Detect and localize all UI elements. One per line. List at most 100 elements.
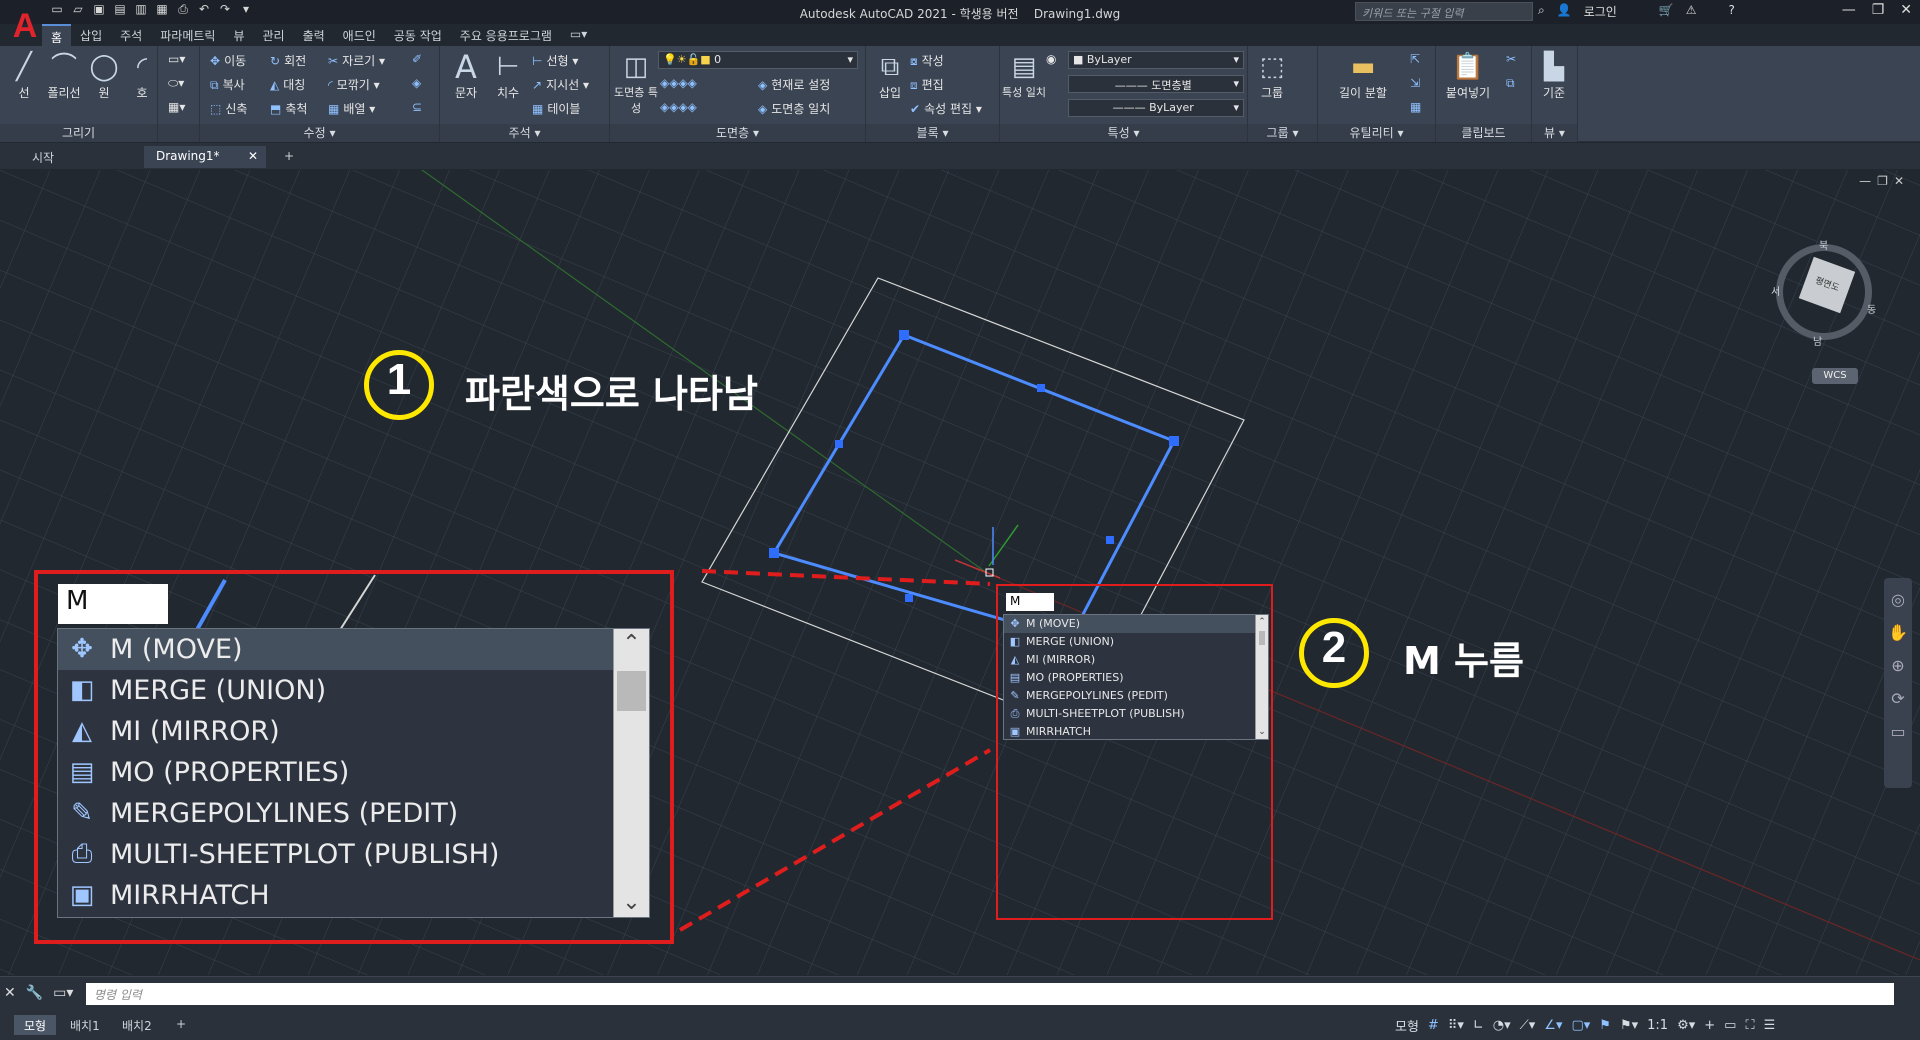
panel-properties-label[interactable]: 특성 ▾	[1000, 124, 1247, 142]
layout-tab-layout1[interactable]: 배치1	[60, 1015, 110, 1035]
panel-utilities-label[interactable]: 유틸리티 ▾	[1318, 124, 1435, 142]
panel-block-label[interactable]: 블록 ▾	[866, 124, 999, 142]
tab-insert[interactable]: 삽입	[71, 24, 111, 46]
grip-midpoint[interactable]	[905, 594, 913, 602]
autocomplete-item[interactable]: ✎ MERGEPOLYLINES (PEDIT)	[58, 793, 649, 834]
customize-icon[interactable]: 🔧	[26, 985, 43, 1001]
panel-view-label[interactable]: 뷰 ▾	[1532, 124, 1577, 142]
layout-tab-layout2[interactable]: 배치2	[112, 1015, 162, 1035]
grip-midpoint[interactable]	[1106, 536, 1114, 544]
scroll-down-icon[interactable]: ⌄	[614, 890, 649, 915]
model-space-button[interactable]: 모형	[1395, 1016, 1419, 1035]
grip-midpoint[interactable]	[1037, 384, 1045, 392]
grip-corner[interactable]	[769, 548, 779, 558]
autocomplete-item[interactable]: ◧ MERGE (UNION)	[1004, 633, 1268, 651]
panel-draw-label[interactable]: 그리기	[0, 124, 157, 142]
tab-output[interactable]: 출력	[294, 24, 334, 46]
login-button[interactable]: 로그인	[1584, 3, 1617, 20]
tab-home[interactable]: 홈	[42, 24, 72, 46]
compass-south[interactable]: 남	[1813, 333, 1822, 348]
search-icon[interactable]: ⌕	[1538, 3, 1545, 20]
tab-annotate[interactable]: 주석	[111, 24, 151, 46]
insert-button[interactable]: ⧉ 삽입	[868, 50, 912, 101]
panel-modify-label[interactable]: 수정 ▾	[200, 124, 439, 142]
object-snap-tracking-icon[interactable]: ∠▾	[1544, 1018, 1562, 1033]
select-icon[interactable]: ⇱	[1410, 52, 1424, 66]
close-tab-icon[interactable]: ✕	[248, 149, 258, 163]
layout-tab-model[interactable]: 모형	[14, 1015, 57, 1035]
mirror-button[interactable]: ◭ 대칭	[270, 76, 305, 93]
quick-select-icon[interactable]: ⇲	[1410, 76, 1424, 90]
snap-icon[interactable]: ⠿▾	[1448, 1018, 1464, 1033]
panel-groups-label[interactable]: 그룹 ▾	[1248, 124, 1317, 142]
help-icon[interactable]: ?	[1729, 3, 1735, 20]
stretch-button[interactable]: ⬚ 신축	[210, 100, 247, 117]
explode-icon[interactable]: ◈	[412, 76, 425, 90]
erase-icon[interactable]: ✐	[412, 52, 426, 66]
tab-manage[interactable]: 관리	[253, 24, 293, 46]
orbit-icon[interactable]: ⟳	[1884, 689, 1912, 708]
autocomplete-item[interactable]: ▤ MO (PROPERTIES)	[58, 752, 649, 793]
isolate-objects-icon[interactable]: ▭	[1724, 1018, 1736, 1033]
connect-icon[interactable]: ⚠	[1686, 3, 1697, 20]
rotate-button[interactable]: ↻ 회전	[270, 52, 306, 69]
linear-button[interactable]: ⊢ 선형 ▾	[532, 52, 578, 69]
viewcube[interactable]: 평면도 북 서 동 남	[1771, 241, 1876, 348]
dimension-button[interactable]: ⊢ 치수	[486, 50, 530, 101]
autocomplete-item[interactable]: ▣ MIRRHATCH	[58, 875, 649, 916]
panel-annotation-label[interactable]: 주석 ▾	[440, 124, 609, 142]
linetype-dropdown[interactable]: ——— 도면층별 ▾	[1068, 75, 1244, 93]
close-icon[interactable]: ✕	[1900, 2, 1912, 18]
restore-icon[interactable]: ❐	[1872, 2, 1885, 18]
grid-icon[interactable]: #	[1428, 1018, 1439, 1033]
base-view-button[interactable]: ▙ 기준	[1532, 50, 1576, 101]
annotation-scale[interactable]: 1:1	[1647, 1018, 1668, 1033]
pan-icon[interactable]: ✋	[1884, 623, 1912, 642]
grip-corner[interactable]	[1169, 436, 1179, 446]
annotation-visibility-icon[interactable]: ⚑	[1599, 1018, 1611, 1033]
fillet-button[interactable]: ◜ 모깎기 ▾	[328, 76, 380, 93]
autoscale-icon[interactable]: ⚑▾	[1620, 1018, 1638, 1033]
dynamic-input-small[interactable]: M	[1006, 593, 1054, 611]
rectangle-icon[interactable]: ▭▾	[168, 52, 185, 66]
steering-wheel-icon[interactable]: ◎	[1884, 590, 1912, 609]
tab-view[interactable]: 뷰	[224, 24, 253, 46]
region-icon[interactable]: ▦▾	[168, 100, 185, 114]
vp-minimize-icon[interactable]: —	[1859, 174, 1877, 188]
tab-featured-apps[interactable]: 주요 응용프로그램	[451, 24, 561, 46]
minimize-icon[interactable]: —	[1842, 2, 1856, 18]
user-icon[interactable]: 👤	[1557, 3, 1572, 20]
autocomplete-item[interactable]: ◧ MERGE (UNION)	[58, 670, 649, 711]
copy-button[interactable]: ⧉ 복사	[210, 76, 245, 93]
group-button[interactable]: ⬚ 그룹	[1250, 50, 1294, 101]
vp-close-icon[interactable]: ✕	[1894, 174, 1910, 188]
scrollbar-thumb[interactable]	[1259, 631, 1265, 645]
autocomplete-item[interactable]: ✥ M (MOVE)	[1004, 615, 1268, 633]
autocomplete-list-zoomed[interactable]: ✥ M (MOVE) ◧ MERGE (UNION) ◭ MI (MIRROR) ▤ MO (…	[57, 628, 650, 918]
measure-button[interactable]: ▬ 길이 분할	[1326, 50, 1400, 101]
table-button[interactable]: ▦ 테이블	[532, 100, 580, 117]
customize-status-icon[interactable]: ☰	[1764, 1018, 1776, 1033]
autocomplete-item[interactable]: ◭ MI (MIRROR)	[58, 711, 649, 752]
viewcube-face[interactable]: 평면도	[1798, 256, 1856, 314]
line-button[interactable]: ╱ 선	[2, 50, 46, 101]
copy-clip-icon[interactable]: ⧉	[1506, 76, 1519, 91]
autocomplete-item[interactable]: ✥ M (MOVE)	[58, 629, 649, 670]
paste-button[interactable]: 📋 붙여넣기	[1438, 50, 1498, 101]
search-input[interactable]: 키워드 또는 구절 입력	[1355, 2, 1533, 21]
leader-button[interactable]: ↗ 지시선 ▾	[532, 76, 589, 93]
tab-addins[interactable]: 애드인	[334, 24, 385, 46]
tab-drawing1[interactable]: Drawing1* ✕	[144, 146, 266, 168]
calculator-icon[interactable]: ▦	[1410, 100, 1425, 114]
text-button[interactable]: A 문자	[444, 50, 488, 101]
autocomplete-item[interactable]: ✎ MERGEPOLYLINES (PEDIT)	[1004, 687, 1268, 705]
scrollbar[interactable]: ⌃ ⌄	[1255, 615, 1268, 739]
add-layout-icon[interactable]: +	[166, 1015, 196, 1035]
autocomplete-item[interactable]: ◭ MI (MIRROR)	[1004, 651, 1268, 669]
lineweight-dropdown[interactable]: ——— ByLayer ▾	[1068, 99, 1244, 117]
tab-parametric[interactable]: 파라메트릭	[151, 24, 224, 46]
edit-attributes-button[interactable]: ✔ 속성 편집 ▾	[910, 100, 982, 117]
autocomplete-item[interactable]: ▤ MO (PROPERTIES)	[1004, 669, 1268, 687]
polar-icon[interactable]: ◔▾	[1493, 1018, 1511, 1033]
autocomplete-item[interactable]: ⎙ MULTI-SHEETPLOT (PUBLISH)	[58, 834, 649, 875]
